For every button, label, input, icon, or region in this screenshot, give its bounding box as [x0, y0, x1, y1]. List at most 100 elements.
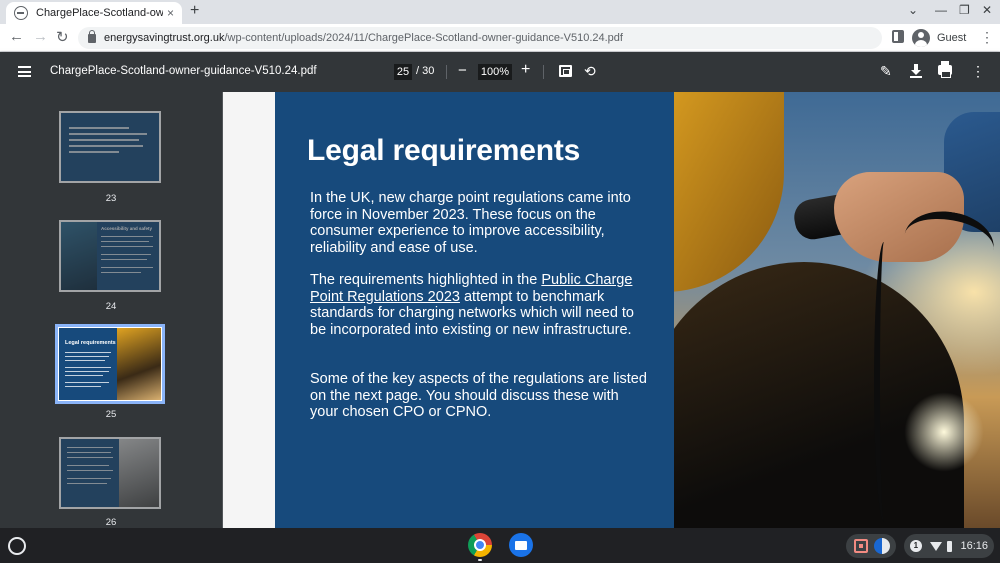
thumbnail-label: 23 [105, 193, 117, 204]
new-tab-button[interactable]: + [190, 2, 199, 20]
files-icon[interactable] [509, 533, 533, 557]
thumbnail-page-26[interactable] [59, 437, 161, 509]
tab-strip: ChargePlace-Scotland-owner-guidance-V510… [0, 0, 1000, 24]
page-content-panel: Legal requirements In the UK, new charge… [275, 92, 674, 528]
paragraph-key-aspects: Some of the key aspects of the regulatio… [310, 371, 647, 420]
back-icon[interactable]: ← [9, 28, 24, 45]
pdf-viewer[interactable]: Legal requirements In the UK, new charge… [222, 92, 1000, 528]
status-area[interactable]: 1 16:16 [904, 534, 994, 558]
wifi-icon [929, 541, 942, 551]
thumb-text-line [101, 254, 151, 255]
page-heading: Legal requirements [307, 134, 581, 167]
profile-button[interactable]: Guest [912, 27, 966, 49]
tab-active[interactable]: ChargePlace-Scotland-owner-guidance-V510… [6, 2, 182, 24]
tab-search-icon[interactable]: ⌄ [908, 3, 918, 17]
thumb-text-line [67, 478, 111, 479]
thumb-text-line [67, 457, 113, 458]
thumb-text-line [67, 483, 107, 484]
photo-car-body [674, 262, 964, 528]
page-margin [223, 92, 275, 528]
address-bar[interactable]: energysavingtrust.org.uk/wp-content/uplo… [78, 27, 882, 49]
page-total: / 30 [416, 65, 435, 77]
zoom-in-button[interactable]: + [521, 61, 530, 79]
download-icon[interactable] [910, 64, 922, 78]
globe-icon [14, 6, 28, 20]
photo-cable [874, 242, 894, 522]
thumb-text-line [65, 352, 111, 353]
thumbnail-label: 26 [105, 517, 117, 528]
thumbnail-image: Legal requirements [59, 328, 161, 400]
kebab-menu-icon[interactable]: ⋮ [980, 29, 994, 46]
paragraph-text: The requirements highlighted in the [310, 272, 542, 288]
side-panel-icon[interactable] [892, 30, 904, 43]
restore-icon[interactable]: ❐ [959, 3, 970, 17]
thumbnail-sidebar[interactable]: 23 Accessibility and safety 24 Legal req… [0, 92, 222, 528]
thumb-text-line [65, 382, 109, 383]
thumb-heading: Accessibility and safety [101, 226, 153, 231]
thumb-text-line [67, 452, 111, 453]
pencil-icon[interactable]: ✎ [880, 63, 892, 80]
stylus-tools-icon[interactable] [874, 538, 890, 554]
forward-icon[interactable]: → [33, 28, 48, 45]
url-path: /wp-content/uploads/2024/11/ChargePlace-… [224, 32, 623, 44]
os-shelf: 1 16:16 [0, 528, 1000, 563]
launcher-icon[interactable] [8, 537, 26, 555]
ev-charging-photo [674, 92, 1000, 528]
thumb-text-line [101, 259, 147, 260]
page-number-input[interactable]: 25 [394, 64, 412, 80]
screen-capture-icon[interactable] [854, 539, 868, 553]
thumb-text-line [67, 465, 109, 466]
notification-count[interactable]: 1 [910, 540, 922, 552]
thumb-text-line [101, 267, 153, 268]
browser-toolbar: ← → ↻ energysavingtrust.org.uk/wp-conten… [0, 24, 1000, 52]
thumb-text-line [65, 386, 101, 387]
thumb-heading: Legal requirements [65, 340, 116, 346]
thumb-text-line [67, 470, 113, 471]
more-options-icon[interactable]: ⋮ [971, 63, 985, 80]
fit-page-icon[interactable] [559, 65, 572, 77]
url-domain: energysavingtrust.org.uk [104, 32, 225, 44]
close-window-icon[interactable]: ✕ [982, 3, 992, 17]
photo-sunlight [904, 392, 984, 472]
lock-icon[interactable] [88, 29, 96, 43]
rotate-icon[interactable]: ⟲ [584, 63, 596, 80]
running-indicator [478, 559, 482, 561]
thumb-text-line [69, 151, 119, 153]
thumb-text-line [69, 139, 139, 141]
thumb-text-line [67, 447, 113, 448]
thumb-photo [117, 328, 161, 400]
minimize-icon[interactable]: — [935, 3, 947, 17]
thumb-text-line [69, 127, 129, 129]
photo-car-panel [674, 92, 784, 292]
thumb-text-line [101, 236, 153, 237]
profile-name: Guest [937, 32, 967, 44]
thumbnail-page-23[interactable] [59, 111, 161, 183]
thumb-text-line [65, 367, 111, 368]
zoom-out-button[interactable]: − [458, 62, 467, 79]
tab-close-button[interactable]: × [167, 6, 174, 20]
menu-icon[interactable] [18, 66, 31, 77]
thumbnail-label: 25 [105, 409, 117, 420]
pdf-title: ChargePlace-Scotland-owner-guidance-V510… [50, 65, 317, 77]
thumb-photo [119, 439, 159, 507]
thumbnail-page-25[interactable]: Legal requirements [55, 324, 165, 404]
zoom-input[interactable]: 100% [478, 64, 512, 80]
url-text: energysavingtrust.org.uk/wp-content/uplo… [104, 32, 623, 44]
thumb-text-line [65, 356, 109, 357]
thumbnail-label: 24 [105, 301, 117, 312]
reload-icon[interactable]: ↻ [56, 28, 69, 46]
thumb-text-line [65, 375, 103, 376]
thumbnail-page-24[interactable]: Accessibility and safety [59, 220, 161, 292]
divider [446, 65, 447, 79]
tray-quick-tools[interactable] [846, 534, 896, 558]
thumb-text-line [69, 133, 147, 135]
thumb-photo [61, 222, 97, 290]
print-icon[interactable] [938, 61, 952, 78]
paragraph-intro: In the UK, new charge point regulations … [310, 190, 631, 256]
thumbnail-image: Accessibility and safety [61, 222, 159, 290]
thumb-text-line [101, 272, 141, 273]
chrome-icon[interactable] [468, 533, 492, 557]
thumb-text-line [69, 145, 143, 147]
avatar-icon [912, 29, 930, 47]
divider [543, 65, 544, 79]
